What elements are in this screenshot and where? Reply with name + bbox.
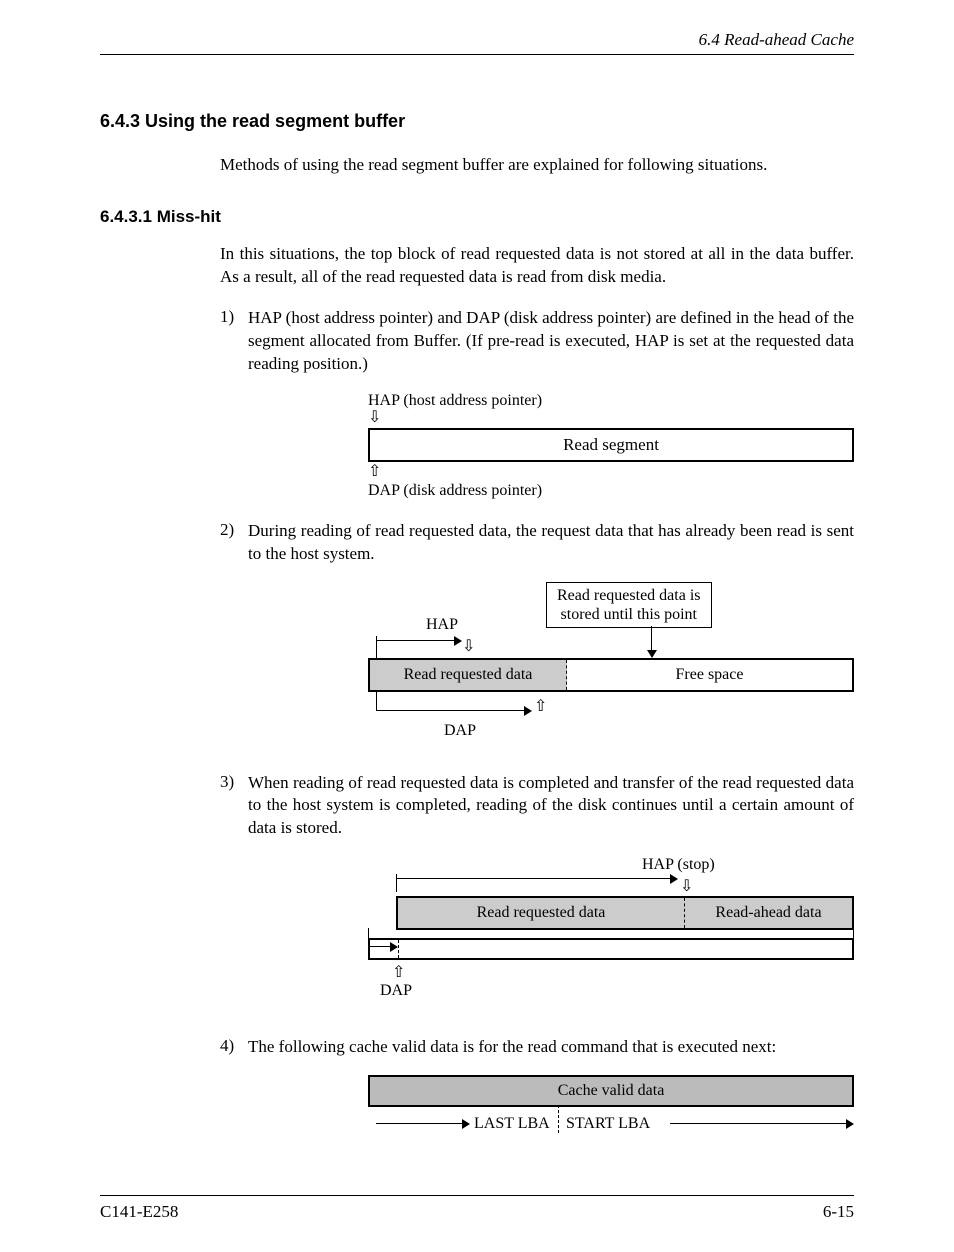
cache-valid-bar: Cache valid data [368,1075,854,1107]
item-text: During reading of read requested data, t… [248,520,854,566]
dap-label: DAP [444,722,476,740]
section-heading: 6.4.3 Using the read segment buffer [100,111,854,132]
arrow-down-icon: ⇩ [680,876,693,896]
diagram-2: Read requested data is stored until this… [368,582,854,752]
list-item: 1) HAP (host address pointer) and DAP (d… [220,307,854,376]
diagram-4: Cache valid data LAST LBA START LBA [368,1075,854,1145]
read-requested-segment: Read requested data [370,660,567,690]
callout-box: Read requested data is stored until this… [546,582,712,628]
dashed-divider-icon [558,1105,559,1133]
arrow-right-icon [396,874,676,884]
list-item: 4) The following cache valid data is for… [220,1036,854,1059]
page: 6.4 Read-ahead Cache 6.4.3 Using the rea… [0,0,954,1252]
read-segment-bar: Read segment [368,428,854,462]
intro-text: Methods of using the read segment buffer… [220,154,854,177]
divider-icon [398,940,400,958]
segment-label: Read segment [563,435,659,455]
item-number: 4) [220,1036,248,1059]
page-header: 6.4 Read-ahead Cache [100,30,854,55]
dap-label: DAP [380,982,412,1000]
arrow-right-icon [390,942,398,952]
arrow-right-icon [846,1119,854,1129]
item-text: HAP (host address pointer) and DAP (disk… [248,307,854,376]
hap-stop-label: HAP (stop) [642,856,715,874]
arrow-down-icon: ⇩ [368,410,854,426]
item-number: 1) [220,307,248,376]
callout-arrow-icon [651,626,652,656]
callout-line1: Read requested data is [557,587,701,604]
last-lba-label: LAST LBA [474,1115,550,1133]
hap-label: HAP (host address pointer) [368,392,854,410]
hap-label: HAP [426,616,458,634]
arrow-right-icon [376,706,530,716]
cache-valid-label: Cache valid data [558,1082,665,1100]
diagram-1: HAP (host address pointer) ⇩ Read segmen… [368,392,854,500]
item-text: When reading of read requested data is c… [248,772,854,841]
subsection-heading: 6.4.3.1 Miss-hit [100,207,854,227]
list-item: 3) When reading of read requested data i… [220,772,854,841]
arrow-right-icon [376,636,460,646]
read-ahead-segment: Read-ahead data [685,898,852,928]
wrap-bar [368,938,854,960]
item-number: 2) [220,520,248,566]
line-icon [368,928,369,952]
numbered-list: 1) HAP (host address pointer) and DAP (d… [220,307,854,1145]
line-icon [376,1123,464,1124]
segment-bar: Read requested data Read-ahead data [396,896,854,930]
segment-bar: Read requested data Free space [368,658,854,692]
line-icon [370,946,392,947]
read-requested-segment: Read requested data [398,898,685,928]
miss-intro: In this situations, the top block of rea… [220,243,854,289]
diagram-3: HAP (stop) ⇩ Read requested data Read-ah… [368,856,854,1016]
item-number: 3) [220,772,248,841]
arrow-up-icon: ⇧ [368,464,854,480]
callout-line2: stored until this point [561,606,697,623]
page-footer: C141-E258 6-15 [100,1195,854,1222]
arrow-up-icon: ⇧ [534,696,547,716]
free-space-segment: Free space [567,660,852,690]
footer-page-number: 6-15 [823,1202,854,1222]
list-item: 2) During reading of read requested data… [220,520,854,566]
arrow-right-icon [462,1119,470,1129]
footer-doc-id: C141-E258 [100,1202,178,1222]
arrow-up-icon: ⇧ [392,962,405,982]
start-lba-label: START LBA [566,1115,650,1133]
item-text: The following cache valid data is for th… [248,1036,854,1059]
line-icon [670,1123,846,1124]
dap-label: DAP (disk address pointer) [368,482,854,500]
arrow-down-icon: ⇩ [462,636,475,656]
